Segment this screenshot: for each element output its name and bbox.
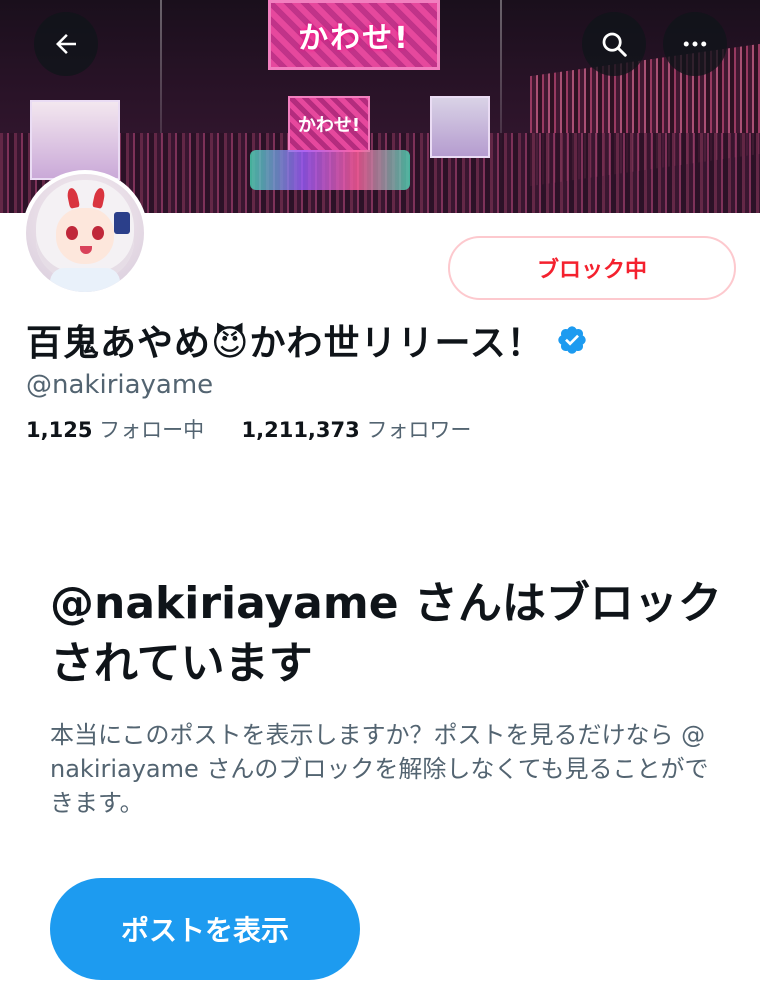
- arrow-left-icon: [56, 34, 76, 54]
- avatar-ribbon: [114, 212, 130, 234]
- avatar-eye: [92, 226, 104, 240]
- banner-side-screen-right: [430, 96, 490, 158]
- view-posts-button[interactable]: ポストを表示: [50, 878, 360, 980]
- following-label: フォロー中: [99, 418, 205, 442]
- followers-label: フォロワー: [366, 418, 472, 442]
- followers-link[interactable]: 1,211,373 フォロワー: [242, 418, 472, 442]
- more-button[interactable]: [663, 12, 727, 76]
- avatar[interactable]: [22, 170, 148, 296]
- banner-side-screen-left: [30, 100, 120, 180]
- banner-stage: [250, 150, 410, 190]
- search-icon: [602, 32, 627, 57]
- profile-stats: 1,125 フォロー中 1,211,373 フォロワー: [26, 414, 471, 444]
- profile-name-row: 百鬼あやめ😈かわ世リリース！: [26, 314, 588, 366]
- avatar-collar: [50, 268, 120, 292]
- avatar-face: [56, 208, 114, 264]
- verified-badge-icon: [558, 326, 586, 354]
- display-name: 百鬼あやめ😈かわ世リリース！: [26, 323, 544, 364]
- blocked-notice-title: @nakiriayame さんはブロックされています: [50, 578, 722, 689]
- followers-count: 1,211,373: [241, 418, 360, 442]
- banner-stage-screen: かわせ!: [268, 0, 440, 70]
- back-button[interactable]: [34, 12, 98, 76]
- banner-stage-subscreen: かわせ!: [288, 96, 370, 152]
- search-button[interactable]: [582, 12, 646, 76]
- avatar-eye: [66, 226, 78, 240]
- blocked-notice-body: 本当にこのポストを表示しますか？ポストを見るだけなら @nakiriayame …: [50, 721, 709, 817]
- following-link[interactable]: 1,125 フォロー中: [26, 418, 211, 442]
- profile-handle: @nakiriayame: [26, 370, 214, 400]
- more-horizontal-icon: [683, 41, 707, 47]
- following-count: 1,125: [26, 418, 93, 442]
- blocked-button[interactable]: ブロック中: [448, 236, 736, 300]
- avatar-image: [26, 174, 144, 292]
